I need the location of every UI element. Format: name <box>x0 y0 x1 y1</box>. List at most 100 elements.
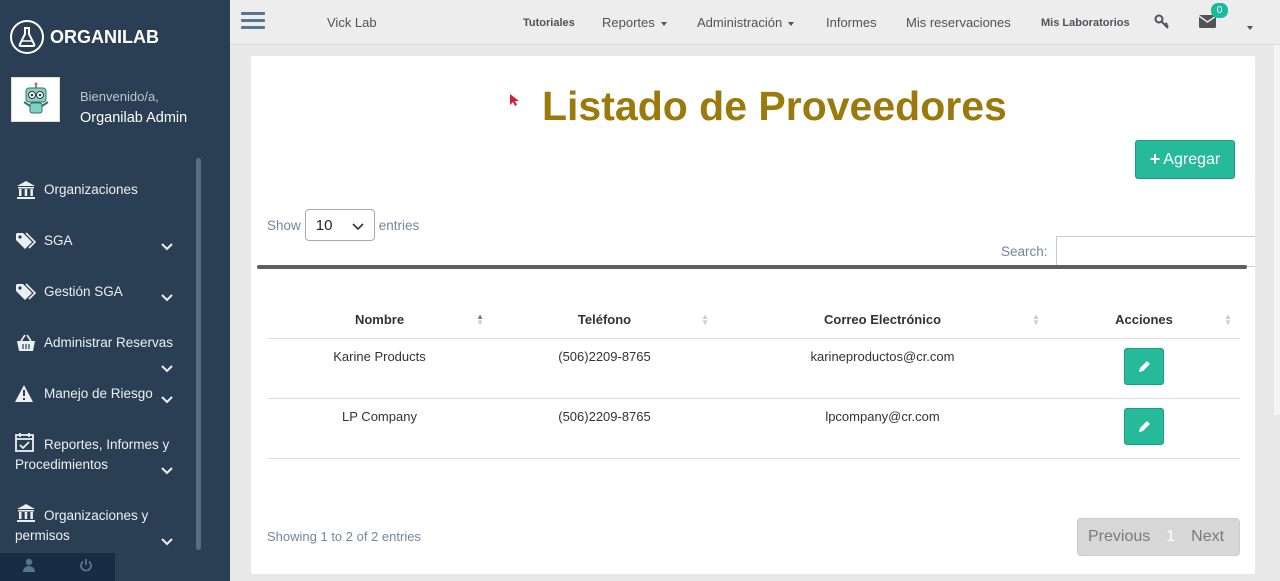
chevron-down-icon <box>161 534 173 546</box>
edit-button[interactable] <box>1124 407 1164 445</box>
page-title: Listado de Proveedores <box>542 83 1007 129</box>
next-page-button[interactable]: Next <box>1191 528 1224 546</box>
caret-down-icon <box>660 21 667 26</box>
show-label: Show <box>267 217 301 233</box>
chevron-down-icon <box>161 239 173 251</box>
sidebar-item-label: Administrar Reservas <box>44 335 174 350</box>
main-panel: Listado de Proveedores + Agregar Show 10… <box>250 55 1256 575</box>
add-button-label: Agregar <box>1163 150 1221 168</box>
sidebar-item-reservas[interactable]: Administrar Reservas <box>0 333 196 373</box>
pencil-icon <box>1139 360 1150 372</box>
warning-icon <box>15 384 37 404</box>
column-header-correo[interactable]: Correo Electrónico ▲ ▼ <box>717 302 1048 339</box>
calendar-check-icon <box>15 432 37 452</box>
caret-down-icon <box>788 21 795 26</box>
search-input[interactable] <box>1055 236 1255 267</box>
column-label: Acciones <box>1115 312 1173 328</box>
cell-correo: lpcompany@cr.com <box>717 398 1048 459</box>
table-row: LP Company (506)2209-8765 lpcompany@cr.c… <box>267 398 1240 459</box>
sidebar-item-gestion-sga[interactable]: Gestión SGA <box>0 282 196 304</box>
user-dropdown-caret-icon[interactable] <box>1241 19 1253 37</box>
messages-badge: 0 <box>1211 3 1228 18</box>
column-header-telefono[interactable]: Teléfono ▲ ▼ <box>492 302 717 339</box>
cell-nombre: Karine Products <box>267 338 492 399</box>
nav-lab[interactable]: Vick Lab <box>327 15 377 30</box>
table-info: Showing 1 to 2 of 2 entries <box>267 529 421 544</box>
sort-icon: ▲ ▼ <box>1032 312 1040 327</box>
sidebar-item-label: Organizaciones <box>44 182 138 197</box>
chevron-down-icon <box>161 361 173 373</box>
add-provider-button[interactable]: + Agregar <box>1135 140 1235 179</box>
brand[interactable]: ORGANILAB <box>10 20 159 54</box>
page-size-value: 10 <box>315 216 333 234</box>
bank-icon <box>15 503 37 523</box>
table-row: Karine Products (506)2209-8765 karinepro… <box>267 338 1240 399</box>
column-header-acciones[interactable]: Acciones ▲ ▼ <box>1048 302 1240 339</box>
nav-tutoriales[interactable]: Tutoriales <box>523 17 575 29</box>
profile-button[interactable] <box>0 553 58 581</box>
providers-table: Nombre ▲ ▼ Teléfono ▲ ▼ Correo Electrónico ▲ ▼… <box>267 302 1240 459</box>
welcome-text: Bienvenido/a, <box>80 89 159 104</box>
logout-button[interactable] <box>58 553 116 581</box>
sidebar-item-label: Organizaciones y permisos <box>15 508 149 543</box>
user-icon <box>22 558 36 577</box>
plus-icon: + <box>1149 149 1161 169</box>
table-header-row: Nombre ▲ ▼ Teléfono ▲ ▼ Correo Electrónico ▲ ▼… <box>267 302 1240 339</box>
previous-page-button[interactable]: Previous <box>1088 528 1150 546</box>
chevron-down-icon <box>352 219 364 236</box>
key-icon[interactable] <box>1154 14 1170 35</box>
sidebar-item-organizaciones-permisos[interactable]: Organizaciones y permisos <box>0 503 196 548</box>
menu-toggle-icon[interactable] <box>241 12 265 32</box>
search-label: Search: <box>1001 244 1048 259</box>
column-label: Correo Electrónico <box>823 312 942 328</box>
edit-button[interactable] <box>1124 347 1164 385</box>
flask-icon <box>10 20 44 54</box>
sidebar-item-sga[interactable]: SGA <box>0 231 196 253</box>
tags-icon <box>15 231 37 251</box>
column-label: Nombre <box>354 312 405 328</box>
cell-telefono: (506)2209-8765 <box>492 338 717 399</box>
nav-informes[interactable]: Informes <box>826 15 877 30</box>
column-header-nombre[interactable]: Nombre ▲ ▼ <box>267 302 492 339</box>
nav-administracion[interactable]: Administración <box>697 15 795 30</box>
tags-icon <box>15 282 37 302</box>
page-number-button[interactable]: 1 <box>1166 528 1175 546</box>
sidebar-item-label: Manejo de Riesgo <box>44 386 153 401</box>
nav-reportes[interactable]: Reportes <box>602 15 667 30</box>
avatar <box>11 77 60 122</box>
nav-administracion-label: Administración <box>697 15 783 30</box>
page-size-select[interactable]: 10 <box>304 209 375 241</box>
sidebar-item-riesgo[interactable]: Manejo de Riesgo <box>0 384 196 406</box>
profile: Bienvenido/a, Organilab Admin <box>11 77 187 126</box>
sidebar: ORGANILAB Bienvenido/a, Organilab Admin … <box>0 0 230 581</box>
cell-acciones <box>1048 338 1240 399</box>
cell-acciones <box>1048 398 1240 459</box>
page-edge <box>1274 45 1280 415</box>
sidebar-scrollbar[interactable] <box>196 158 201 550</box>
sort-icon: ▲ ▼ <box>1224 312 1232 327</box>
chevron-down-icon <box>161 463 173 475</box>
app-name: ORGANILAB <box>50 26 159 47</box>
sidebar-item-organizaciones[interactable]: Organizaciones <box>0 180 196 202</box>
envelope-icon[interactable] <box>1198 15 1217 33</box>
nav-reservaciones[interactable]: Mis reservaciones <box>906 15 1011 30</box>
nav-laboratorios[interactable]: Mis Laboratorios <box>1041 17 1130 29</box>
sidebar-item-label: SGA <box>44 233 73 248</box>
entries-label: entries <box>378 217 420 233</box>
sidebar-item-label: Reportes, Informes y Procedimientos <box>15 437 170 472</box>
table-scrollbar[interactable] <box>257 265 1247 269</box>
user-name: Organilab Admin <box>80 110 188 126</box>
chevron-down-icon <box>161 290 173 302</box>
column-label: Teléfono <box>577 312 632 328</box>
cell-nombre: LP Company <box>267 398 492 459</box>
basket-icon <box>15 333 37 353</box>
sort-icon: ▲ ▼ <box>701 312 709 327</box>
power-icon <box>79 558 93 577</box>
pagination: Previous 1 Next <box>1077 518 1240 556</box>
cell-correo: karineproductos@cr.com <box>717 338 1048 399</box>
cell-telefono: (506)2209-8765 <box>492 398 717 459</box>
nav-reportes-label: Reportes <box>602 15 655 30</box>
sidebar-footer <box>0 553 115 581</box>
sidebar-item-reportes[interactable]: Reportes, Informes y Procedimientos <box>0 432 196 477</box>
mouse-cursor-icon <box>509 93 519 112</box>
